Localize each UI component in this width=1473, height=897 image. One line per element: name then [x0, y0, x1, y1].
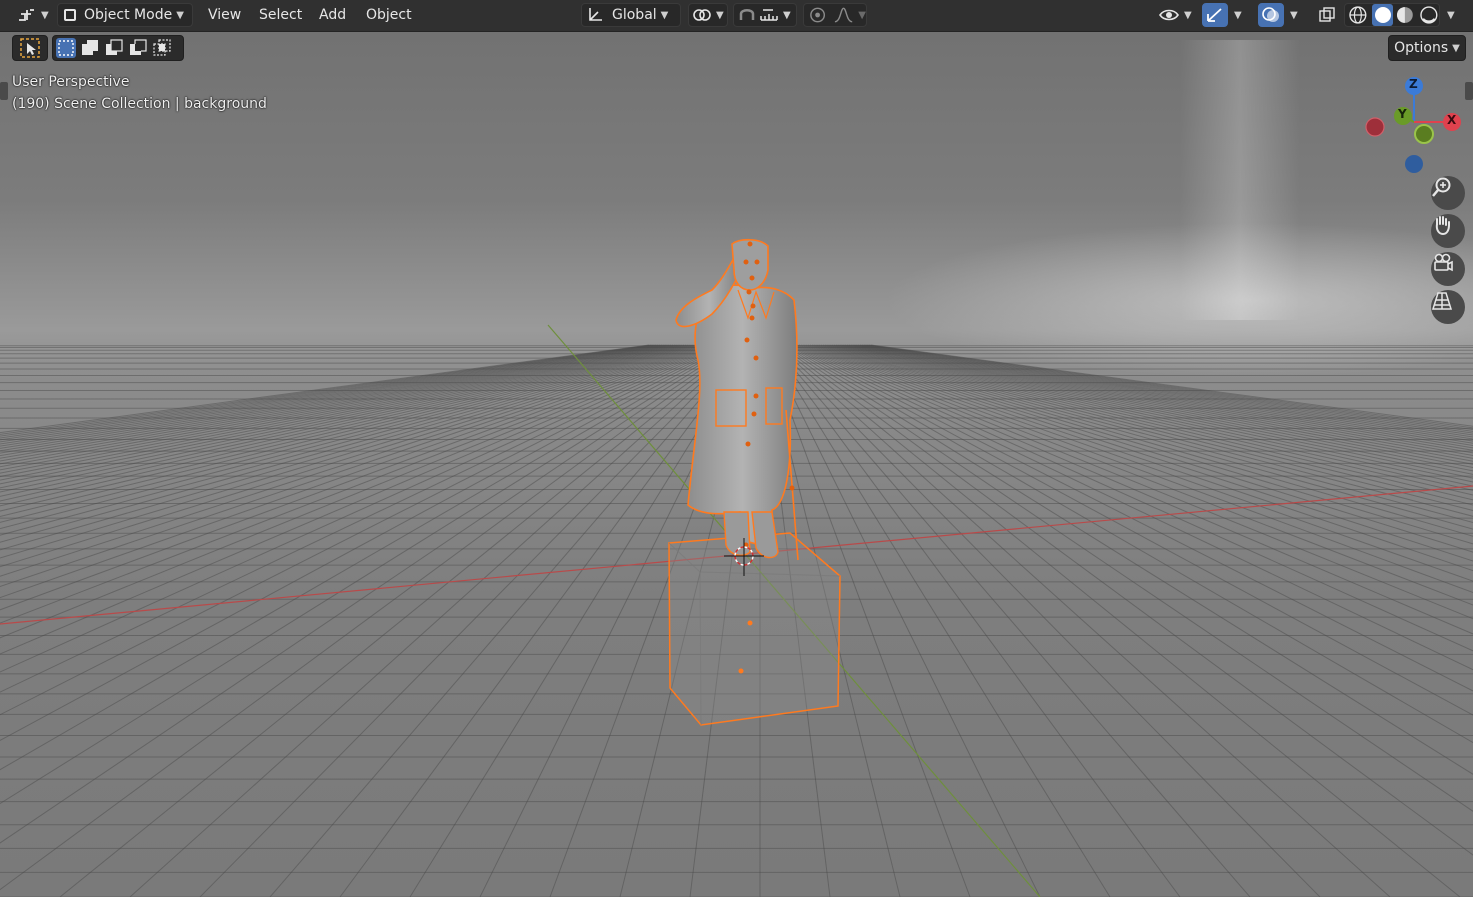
select-invert-icon[interactable] [128, 38, 148, 58]
snap-magnet-icon [739, 9, 755, 20]
solid-shading-active[interactable] [1371, 4, 1394, 26]
proportional-edit-icon [810, 7, 826, 23]
pan-hand-icon [1435, 216, 1450, 236]
neg-z-icon [1405, 155, 1423, 173]
editor-type-icon [19, 9, 34, 21]
chevron-down-icon: ▼ [783, 9, 791, 21]
wall-highlight [1180, 40, 1300, 320]
neg-x-icon [1365, 117, 1385, 137]
pan-button[interactable] [1431, 214, 1465, 248]
navigation-gizmo[interactable]: Z Y X [1360, 74, 1468, 178]
options-dropdown[interactable]: Options ▼ [1388, 35, 1466, 61]
visibility-dropdown[interactable]: ▼ [1155, 3, 1195, 27]
material-shading-icon[interactable] [1395, 5, 1415, 25]
solid-shading-icon [1374, 7, 1391, 23]
orthographic-toggle-button[interactable] [1431, 290, 1465, 324]
select-new-icon[interactable] [56, 38, 76, 58]
menu-select[interactable]: Select [259, 5, 302, 25]
menu-object[interactable]: Object [366, 5, 412, 25]
xray-icon [1319, 7, 1335, 22]
orientation-axes-icon [589, 8, 602, 21]
editor-type-button[interactable]: ▼ [12, 3, 50, 27]
orthographic-grid-icon [1431, 292, 1453, 310]
chevron-down-icon: ▼ [41, 9, 49, 21]
menu-add[interactable]: Add [319, 5, 346, 25]
select-intersect-icon[interactable] [152, 38, 172, 58]
view-name: User Perspective [12, 74, 130, 90]
snapping-group[interactable]: ▼ [733, 3, 797, 27]
mode-selector[interactable]: Object Mode ▼ [57, 3, 193, 27]
mode-label: Object Mode [84, 7, 173, 23]
select-subtract-icon[interactable] [104, 38, 124, 58]
3d-viewport[interactable]: User Perspective (190) Scene Collection … [0, 0, 1473, 897]
select-extend-icon[interactable] [80, 38, 100, 58]
object-mode-icon [64, 9, 76, 21]
zoom-icon [1432, 177, 1451, 197]
selection-mode-group[interactable] [52, 35, 184, 61]
snap-increment-icon [760, 9, 778, 21]
neg-y-icon [1414, 124, 1434, 144]
falloff-curve-icon [834, 7, 853, 23]
gizmo-dropdown[interactable]: ▼ [1229, 3, 1249, 27]
camera-view-icon [1434, 253, 1453, 272]
proportional-editing-group[interactable]: ▼ [803, 3, 867, 27]
chevron-down-icon: ▼ [176, 9, 184, 21]
viewport-header: ▼ Object Mode ▼ View Select Add Object G… [0, 0, 1473, 32]
gizmo-y-label: Y [1398, 107, 1407, 121]
chevron-down-icon: ▼ [716, 9, 724, 21]
viewport-canvas [0, 40, 1473, 897]
pedestal-box[interactable] [668, 532, 841, 726]
collection-info: (190) Scene Collection | background [12, 96, 267, 112]
camera-view-button[interactable] [1431, 252, 1465, 286]
select-cursor-icon [20, 38, 40, 58]
chevron-down-icon: ▼ [1452, 42, 1460, 54]
transform-orientation-dropdown[interactable]: Global ▼ [581, 3, 681, 27]
menu-view[interactable]: View [208, 5, 241, 25]
zoom-button[interactable] [1431, 176, 1465, 210]
gizmo-icon [1207, 8, 1222, 22]
chevron-down-icon: ▼ [858, 9, 866, 21]
overlay-icon [1262, 7, 1279, 22]
overlay-toggle[interactable] [1258, 3, 1284, 27]
active-tool-button[interactable] [12, 35, 48, 61]
chevron-down-icon: ▼ [1447, 9, 1455, 21]
toolbar-expand-tab[interactable] [0, 82, 8, 100]
chevron-down-icon: ▼ [1184, 9, 1192, 21]
wireframe-shading-icon[interactable] [1348, 5, 1368, 25]
chevron-down-icon: ▼ [1290, 9, 1298, 21]
chevron-down-icon: ▼ [660, 9, 669, 21]
sidebar-expand-tab[interactable] [1465, 82, 1473, 100]
transform-orientation-label: Global [612, 7, 657, 23]
pivot-point-icon [693, 9, 711, 21]
options-label: Options [1394, 40, 1449, 56]
xray-toggle[interactable] [1314, 3, 1338, 27]
shading-dropdown[interactable]: ▼ [1442, 3, 1462, 27]
pivot-point-dropdown[interactable]: ▼ [688, 3, 728, 27]
gizmo-x-label: X [1447, 113, 1457, 127]
overlay-dropdown[interactable]: ▼ [1285, 3, 1305, 27]
chevron-down-icon: ▼ [1234, 9, 1242, 21]
gizmo-z-label: Z [1409, 77, 1418, 91]
shading-mode-group[interactable] [1344, 3, 1440, 27]
rendered-shading-icon[interactable] [1419, 5, 1439, 25]
eye-icon [1159, 9, 1179, 21]
gizmo-toggle[interactable] [1202, 3, 1228, 27]
